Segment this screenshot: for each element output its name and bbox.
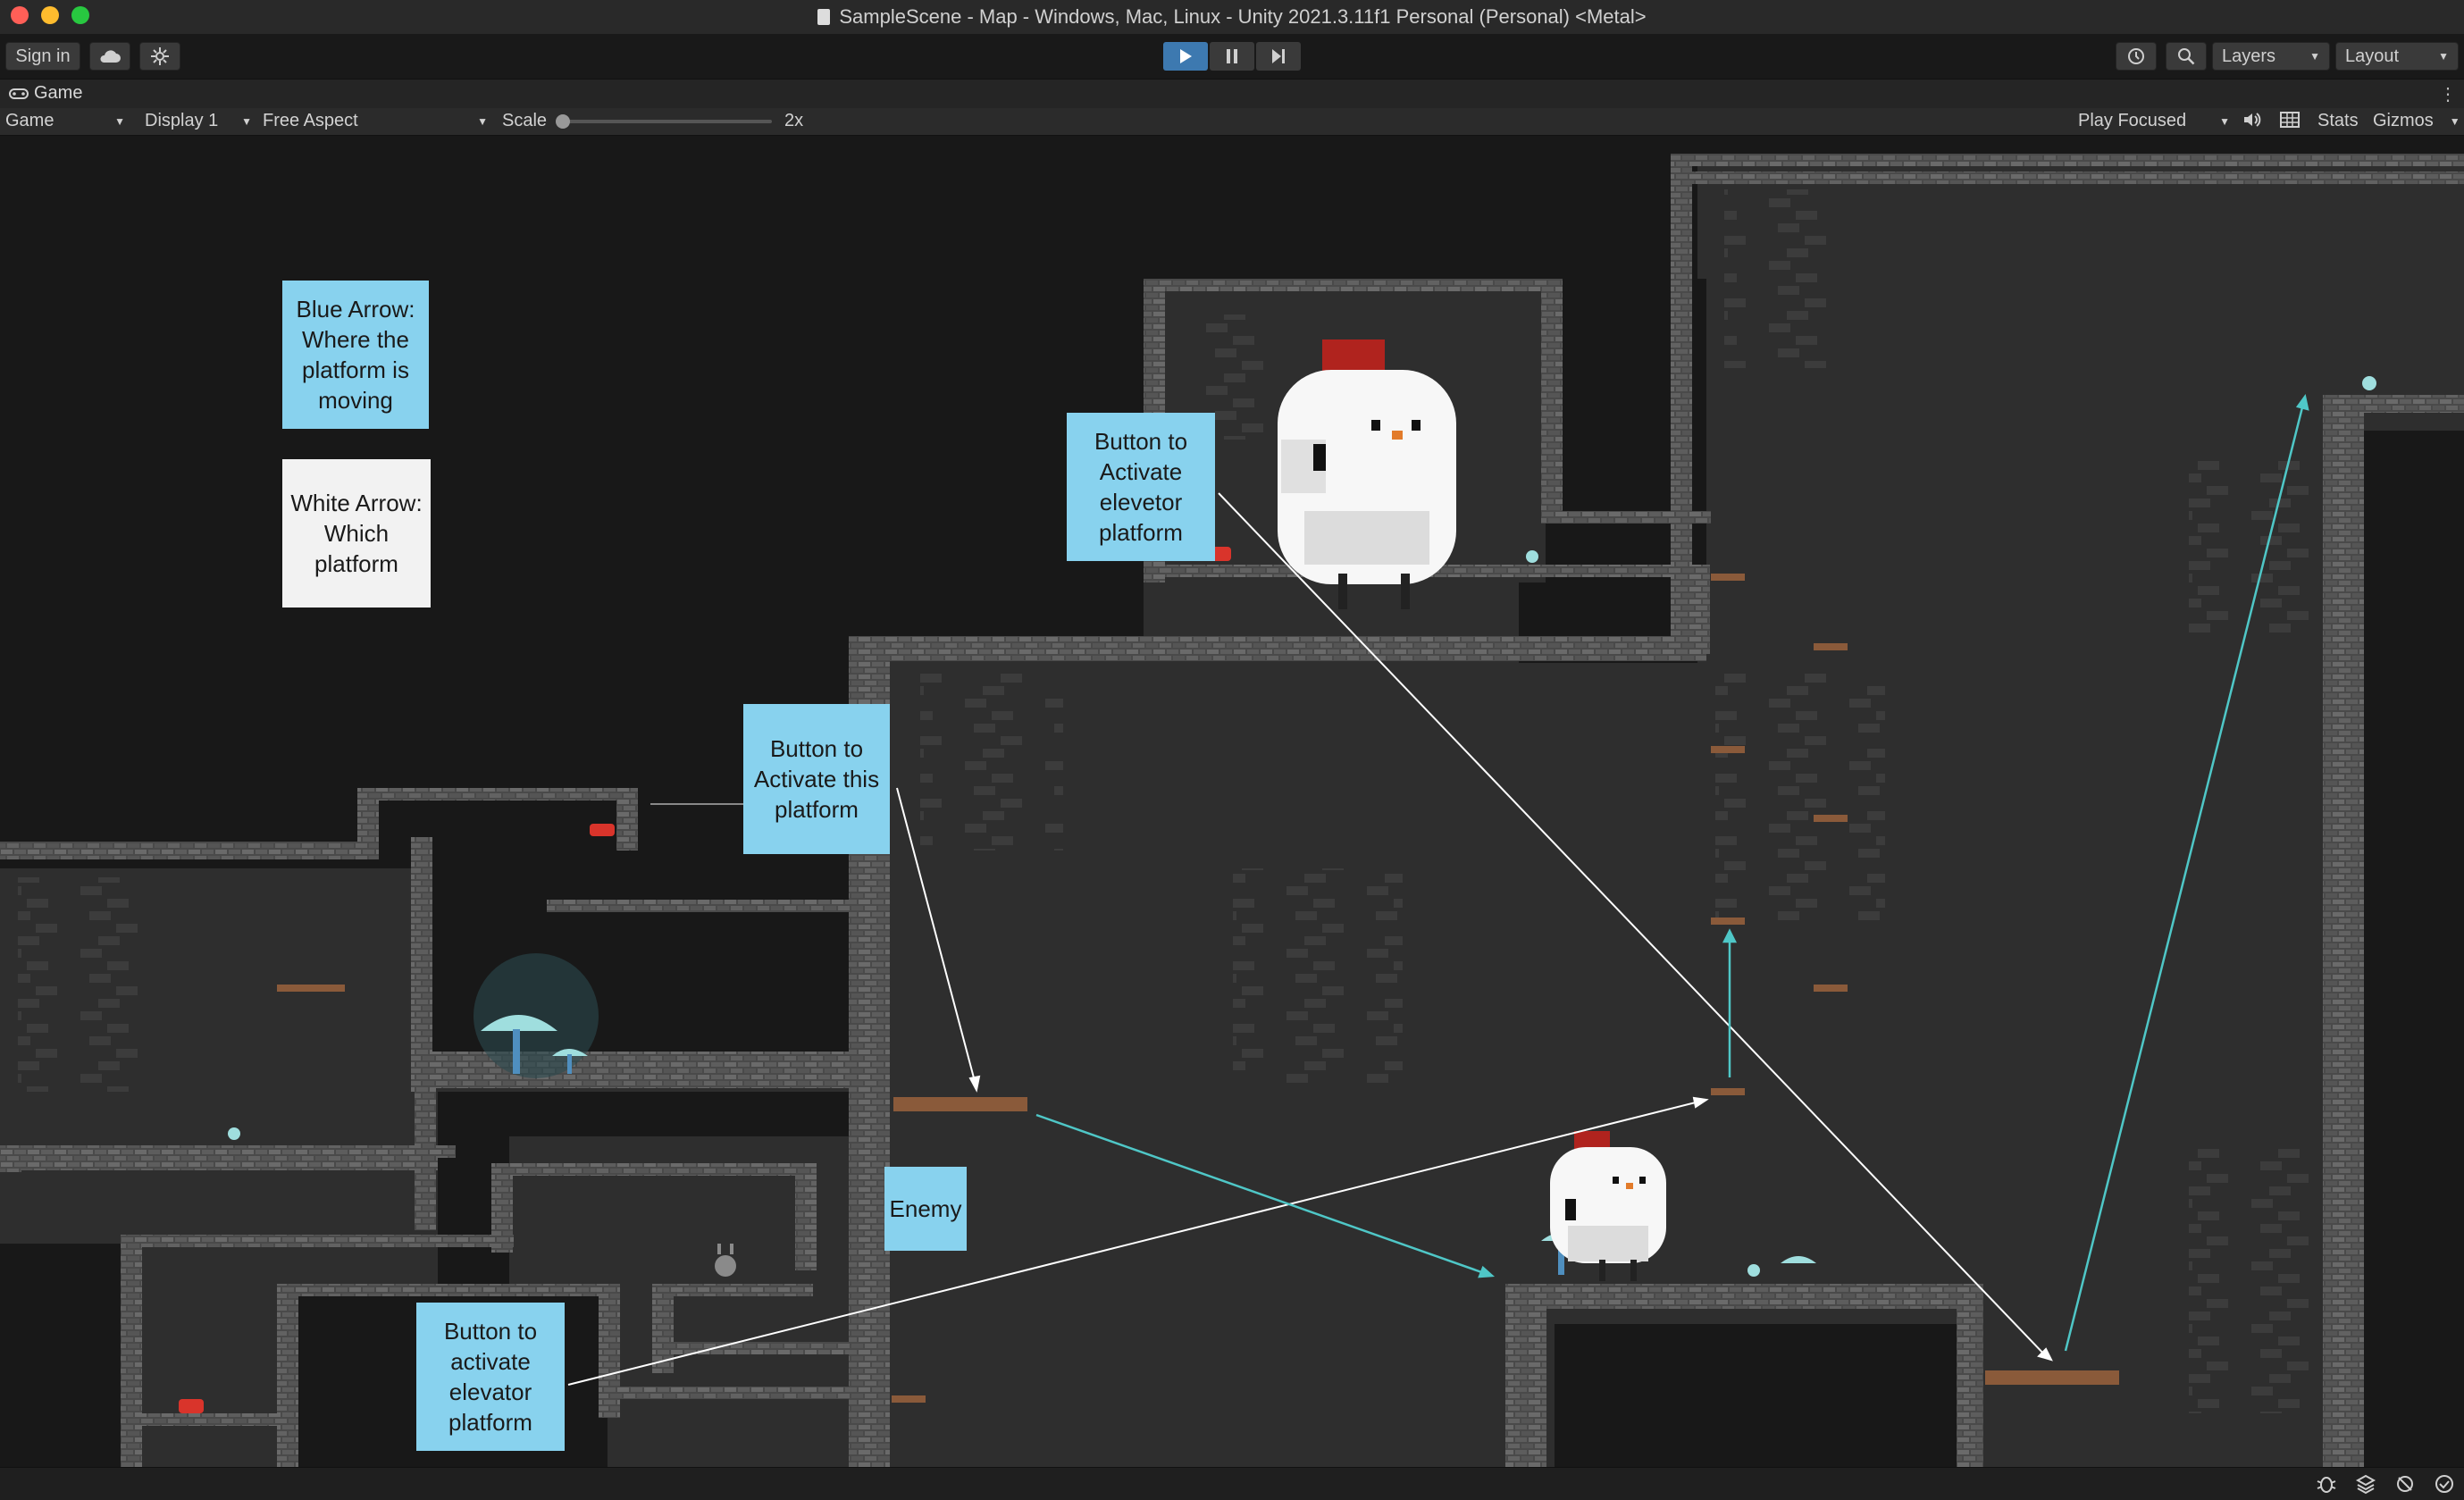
note-button-top: Button to Activate elevetor platform bbox=[1067, 413, 1215, 561]
view-select-label: Game bbox=[5, 111, 54, 130]
pause-button[interactable] bbox=[1210, 42, 1254, 71]
pause-icon bbox=[1227, 49, 1237, 63]
layers-label: Layers bbox=[2222, 46, 2276, 66]
note-button-bottom-text: Button to activate elevator platform bbox=[443, 1318, 538, 1436]
stats-label: Stats bbox=[2317, 111, 2359, 130]
sign-in-button[interactable]: Sign in bbox=[5, 42, 80, 71]
maximize-window-button[interactable] bbox=[71, 6, 89, 24]
main-toolbar: Sign in Layers ▼ Layout ▼ bbox=[0, 34, 2464, 79]
note-white-arrow-legend-text: White Arrow: Which platform bbox=[290, 490, 423, 577]
history-icon bbox=[2128, 48, 2144, 64]
display-select[interactable]: Display 1 ▼ bbox=[145, 111, 252, 131]
mute-audio-toggle[interactable] bbox=[2242, 111, 2262, 129]
scale-label: Scale bbox=[502, 111, 548, 130]
network-icon[interactable] bbox=[2394, 1473, 2416, 1495]
note-blue-arrow-legend: Blue Arrow: Where the platform is moving bbox=[282, 281, 429, 429]
play-icon bbox=[1180, 49, 1192, 63]
collab-icon bbox=[151, 47, 169, 65]
play-mode-caret-icon: ▼ bbox=[2219, 114, 2230, 128]
search-button[interactable] bbox=[2166, 42, 2207, 71]
grid-icon bbox=[2280, 112, 2300, 128]
aspect-select-label: Free Aspect bbox=[263, 111, 358, 130]
gizmos-caret-icon: ▼ bbox=[2449, 114, 2460, 128]
step-button[interactable] bbox=[1256, 42, 1301, 71]
view-select[interactable]: Game ▼ bbox=[5, 111, 125, 131]
play-mode-select[interactable]: Play Focused ▼ bbox=[2078, 111, 2230, 131]
bug-icon[interactable] bbox=[2316, 1473, 2337, 1495]
search-icon bbox=[2178, 48, 2195, 65]
gizmos-label: Gizmos bbox=[2373, 111, 2434, 130]
window-title-wrap: SampleScene - Map - Windows, Mac, Linux … bbox=[817, 5, 1647, 29]
aspect-select-caret-icon: ▼ bbox=[477, 114, 488, 128]
history-button[interactable] bbox=[2116, 42, 2157, 71]
aspect-select[interactable]: Free Aspect ▼ bbox=[263, 111, 488, 131]
view-select-caret-icon: ▼ bbox=[114, 114, 125, 128]
sign-in-label: Sign in bbox=[15, 46, 71, 66]
note-button-middle: Button to Activate this platform bbox=[743, 704, 890, 854]
scale-value: 2x bbox=[784, 111, 804, 130]
cloud-icon bbox=[100, 50, 121, 63]
scale-control: Scale 2x bbox=[502, 111, 803, 131]
collab-button[interactable] bbox=[139, 42, 180, 71]
layout-caret-icon: ▼ bbox=[2438, 50, 2449, 63]
speaker-icon bbox=[2244, 113, 2261, 127]
game-view-toolbar: Game ▼ Display 1 ▼ Free Aspect ▼ Scale 2… bbox=[0, 108, 2464, 136]
scale-slider-handle[interactable] bbox=[556, 113, 571, 129]
display-select-caret-icon: ▼ bbox=[241, 114, 252, 128]
check-circle-icon[interactable] bbox=[2434, 1473, 2455, 1495]
game-viewport[interactable]: Blue Arrow: Where the platform is moving… bbox=[0, 136, 2464, 1467]
note-button-bottom: Button to activate elevator platform bbox=[416, 1303, 565, 1451]
play-mode-label: Play Focused bbox=[2078, 111, 2187, 130]
cloud-button[interactable] bbox=[89, 42, 130, 71]
scale-slider[interactable] bbox=[556, 113, 773, 129]
note-blue-arrow-legend-text: Blue Arrow: Where the platform is moving bbox=[296, 296, 415, 414]
tab-menu-icon[interactable]: ⋮ bbox=[2439, 83, 2457, 105]
window-title: SampleScene - Map - Windows, Mac, Linux … bbox=[839, 5, 1647, 28]
tab-game-label: Game bbox=[34, 83, 83, 103]
step-icon bbox=[1272, 49, 1285, 63]
status-bar bbox=[0, 1467, 2464, 1500]
panel-tabbar: Game ⋮ bbox=[0, 79, 2464, 109]
note-button-middle-text: Button to Activate this platform bbox=[753, 735, 880, 823]
close-window-button[interactable] bbox=[11, 6, 29, 24]
note-white-arrow-legend: White Arrow: Which platform bbox=[282, 459, 431, 608]
note-button-top-text: Button to Activate elevetor platform bbox=[1094, 428, 1188, 546]
note-enemy-text: Enemy bbox=[889, 1195, 962, 1222]
minimize-window-button[interactable] bbox=[41, 6, 59, 24]
gamepad-icon bbox=[9, 88, 29, 99]
stats-button[interactable]: Stats bbox=[2317, 111, 2359, 131]
layout-dropdown[interactable]: Layout ▼ bbox=[2335, 42, 2459, 71]
tab-game[interactable]: Game bbox=[9, 83, 82, 104]
layers-dropdown[interactable]: Layers ▼ bbox=[2212, 42, 2330, 71]
stats-grid-toggle[interactable] bbox=[2280, 111, 2300, 129]
window-controls bbox=[11, 6, 89, 24]
gizmos-button[interactable]: Gizmos ▼ bbox=[2373, 111, 2460, 131]
window-titlebar: SampleScene - Map - Windows, Mac, Linux … bbox=[0, 0, 2464, 34]
display-select-label: Display 1 bbox=[145, 111, 219, 130]
chicken-large bbox=[1278, 339, 1456, 609]
status-icons bbox=[2316, 1473, 2455, 1495]
play-controls bbox=[1163, 42, 1301, 71]
layers-caret-icon: ▼ bbox=[2309, 50, 2320, 63]
note-enemy: Enemy bbox=[884, 1167, 967, 1251]
layout-label: Layout bbox=[2345, 46, 2400, 66]
document-icon bbox=[817, 9, 831, 25]
play-button[interactable] bbox=[1163, 42, 1208, 71]
layers-stack-icon[interactable] bbox=[2355, 1473, 2376, 1495]
